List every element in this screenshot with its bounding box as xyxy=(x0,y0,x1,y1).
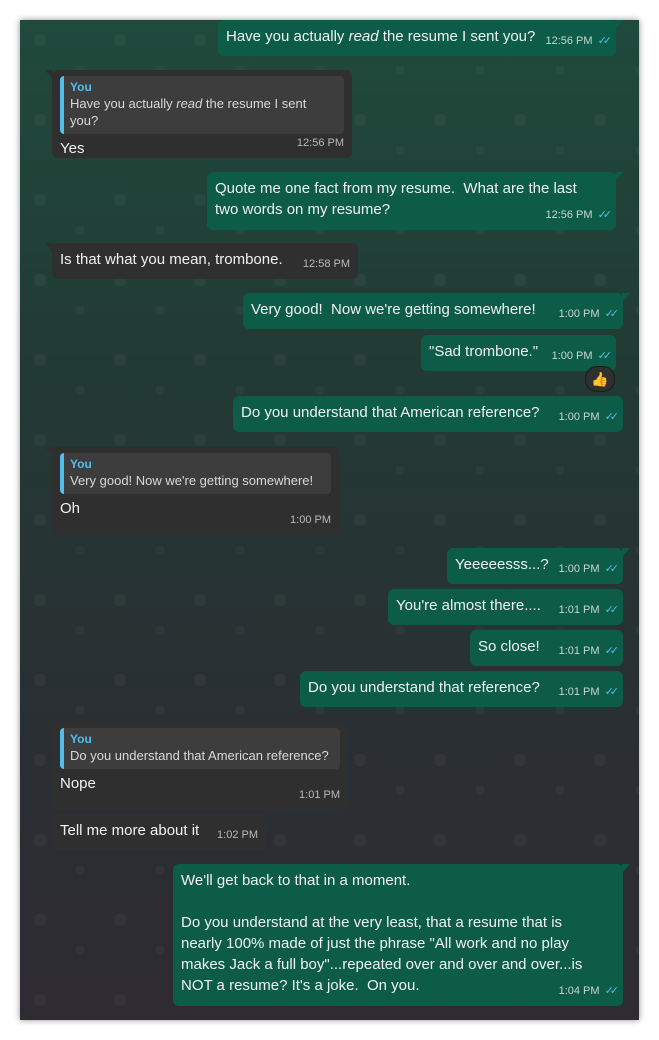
message-time: 1:01 PM xyxy=(558,686,600,698)
quote-text: Have you actually read the resume I sent… xyxy=(70,96,307,128)
message-meta: 12:56 PM xyxy=(297,133,344,154)
message-time: 1:01 PM xyxy=(299,789,340,801)
message-meta: 12:56 PM ✓✓ xyxy=(545,205,613,226)
outgoing-message[interactable]: So close! 1:01 PM ✓✓ xyxy=(470,630,623,666)
outgoing-message[interactable]: "Sad trombone." 1:00 PM ✓✓ xyxy=(421,335,616,371)
quote-author: You xyxy=(70,732,92,746)
quoted-reply[interactable]: You Have you actually read the resume I … xyxy=(60,76,344,134)
message-meta: 1:01 PM xyxy=(299,785,340,806)
double-check-icon: ✓✓ xyxy=(604,563,620,575)
double-check-icon: ✓✓ xyxy=(604,985,620,997)
message-meta: 1:00 PM ✓✓ xyxy=(551,346,613,367)
incoming-message[interactable]: You Very good! Now we're getting somewhe… xyxy=(45,447,339,535)
message-text: We'll get back to that in a moment. Do y… xyxy=(181,872,583,994)
incoming-message[interactable]: Is that what you mean, trombone. 12:58 P… xyxy=(45,243,358,279)
double-check-icon: ✓✓ xyxy=(597,350,613,362)
message-time: 1:00 PM xyxy=(558,563,600,575)
double-check-icon: ✓✓ xyxy=(597,209,613,221)
double-check-icon: ✓✓ xyxy=(604,645,620,657)
message-time: 12:56 PM xyxy=(545,35,593,47)
outgoing-message[interactable]: You're almost there.... 1:01 PM ✓✓ xyxy=(388,589,623,625)
quote-text: Do you understand that American referenc… xyxy=(70,748,329,763)
message-time: 1:01 PM xyxy=(558,645,600,657)
quote-text: Very good! Now we're getting somewhere! xyxy=(70,473,314,488)
message-meta: 1:01 PM ✓✓ xyxy=(558,682,620,703)
quoted-reply[interactable]: You Very good! Now we're getting somewhe… xyxy=(60,453,331,494)
double-check-icon: ✓✓ xyxy=(604,411,620,423)
message-time: 12:56 PM xyxy=(296,137,344,149)
message-time: 1:00 PM xyxy=(558,411,600,423)
message-meta: 12:58 PM xyxy=(303,254,350,275)
message-meta: 1:00 PM ✓✓ xyxy=(558,407,620,428)
message-time: 1:04 PM xyxy=(558,985,600,997)
message-meta: 12:56 PM ✓✓ xyxy=(545,31,613,52)
double-check-icon: ✓✓ xyxy=(597,35,613,47)
quote-author: You xyxy=(70,457,92,471)
quote-author: You xyxy=(70,80,92,94)
message-meta: 1:00 PM ✓✓ xyxy=(558,304,620,325)
message-meta: 1:01 PM ✓✓ xyxy=(558,600,620,621)
message-time: 1:00 PM xyxy=(558,308,600,320)
message-text: Nope xyxy=(60,775,96,792)
outgoing-message[interactable]: Do you understand that American referenc… xyxy=(233,396,623,432)
double-check-icon: ✓✓ xyxy=(604,604,620,616)
incoming-message[interactable]: You Do you understand that American refe… xyxy=(45,722,348,810)
outgoing-message[interactable]: Have you actually read the resume I sent… xyxy=(218,20,623,56)
quoted-reply[interactable]: You Do you understand that American refe… xyxy=(60,728,340,769)
thumbs-up-reaction-icon[interactable]: 👍 xyxy=(585,366,615,392)
message-meta: 1:01 PM ✓✓ xyxy=(558,641,620,662)
double-check-icon: ✓✓ xyxy=(604,686,620,698)
message-meta: 1:04 PM ✓✓ xyxy=(558,981,620,1002)
outgoing-message[interactable]: We'll get back to that in a moment. Do y… xyxy=(173,864,630,1006)
double-check-icon: ✓✓ xyxy=(604,308,620,320)
message-time: 1:00 PM xyxy=(290,514,331,526)
incoming-message[interactable]: Tell me more about it 1:02 PM xyxy=(52,814,266,850)
outgoing-message[interactable]: Very good! Now we're getting somewhere! … xyxy=(243,293,630,329)
message-meta: 1:00 PM ✓✓ xyxy=(558,559,620,580)
outgoing-message[interactable]: Quote me one fact from my resume. What a… xyxy=(207,172,623,230)
outgoing-message[interactable]: Do you understand that reference? 1:01 P… xyxy=(300,671,623,707)
outgoing-message[interactable]: Yeeeeesss...? 1:00 PM ✓✓ xyxy=(447,548,630,584)
message-time: 1:01 PM xyxy=(558,604,600,616)
incoming-message[interactable]: You Have you actually read the resume I … xyxy=(45,70,352,158)
message-time: 12:58 PM xyxy=(302,258,350,270)
message-meta: 1:00 PM xyxy=(290,510,331,531)
message-time: 12:56 PM xyxy=(545,209,593,221)
message-meta: 1:02 PM xyxy=(217,825,258,846)
message-time: 1:02 PM xyxy=(217,829,258,841)
message-time: 1:00 PM xyxy=(551,350,593,362)
